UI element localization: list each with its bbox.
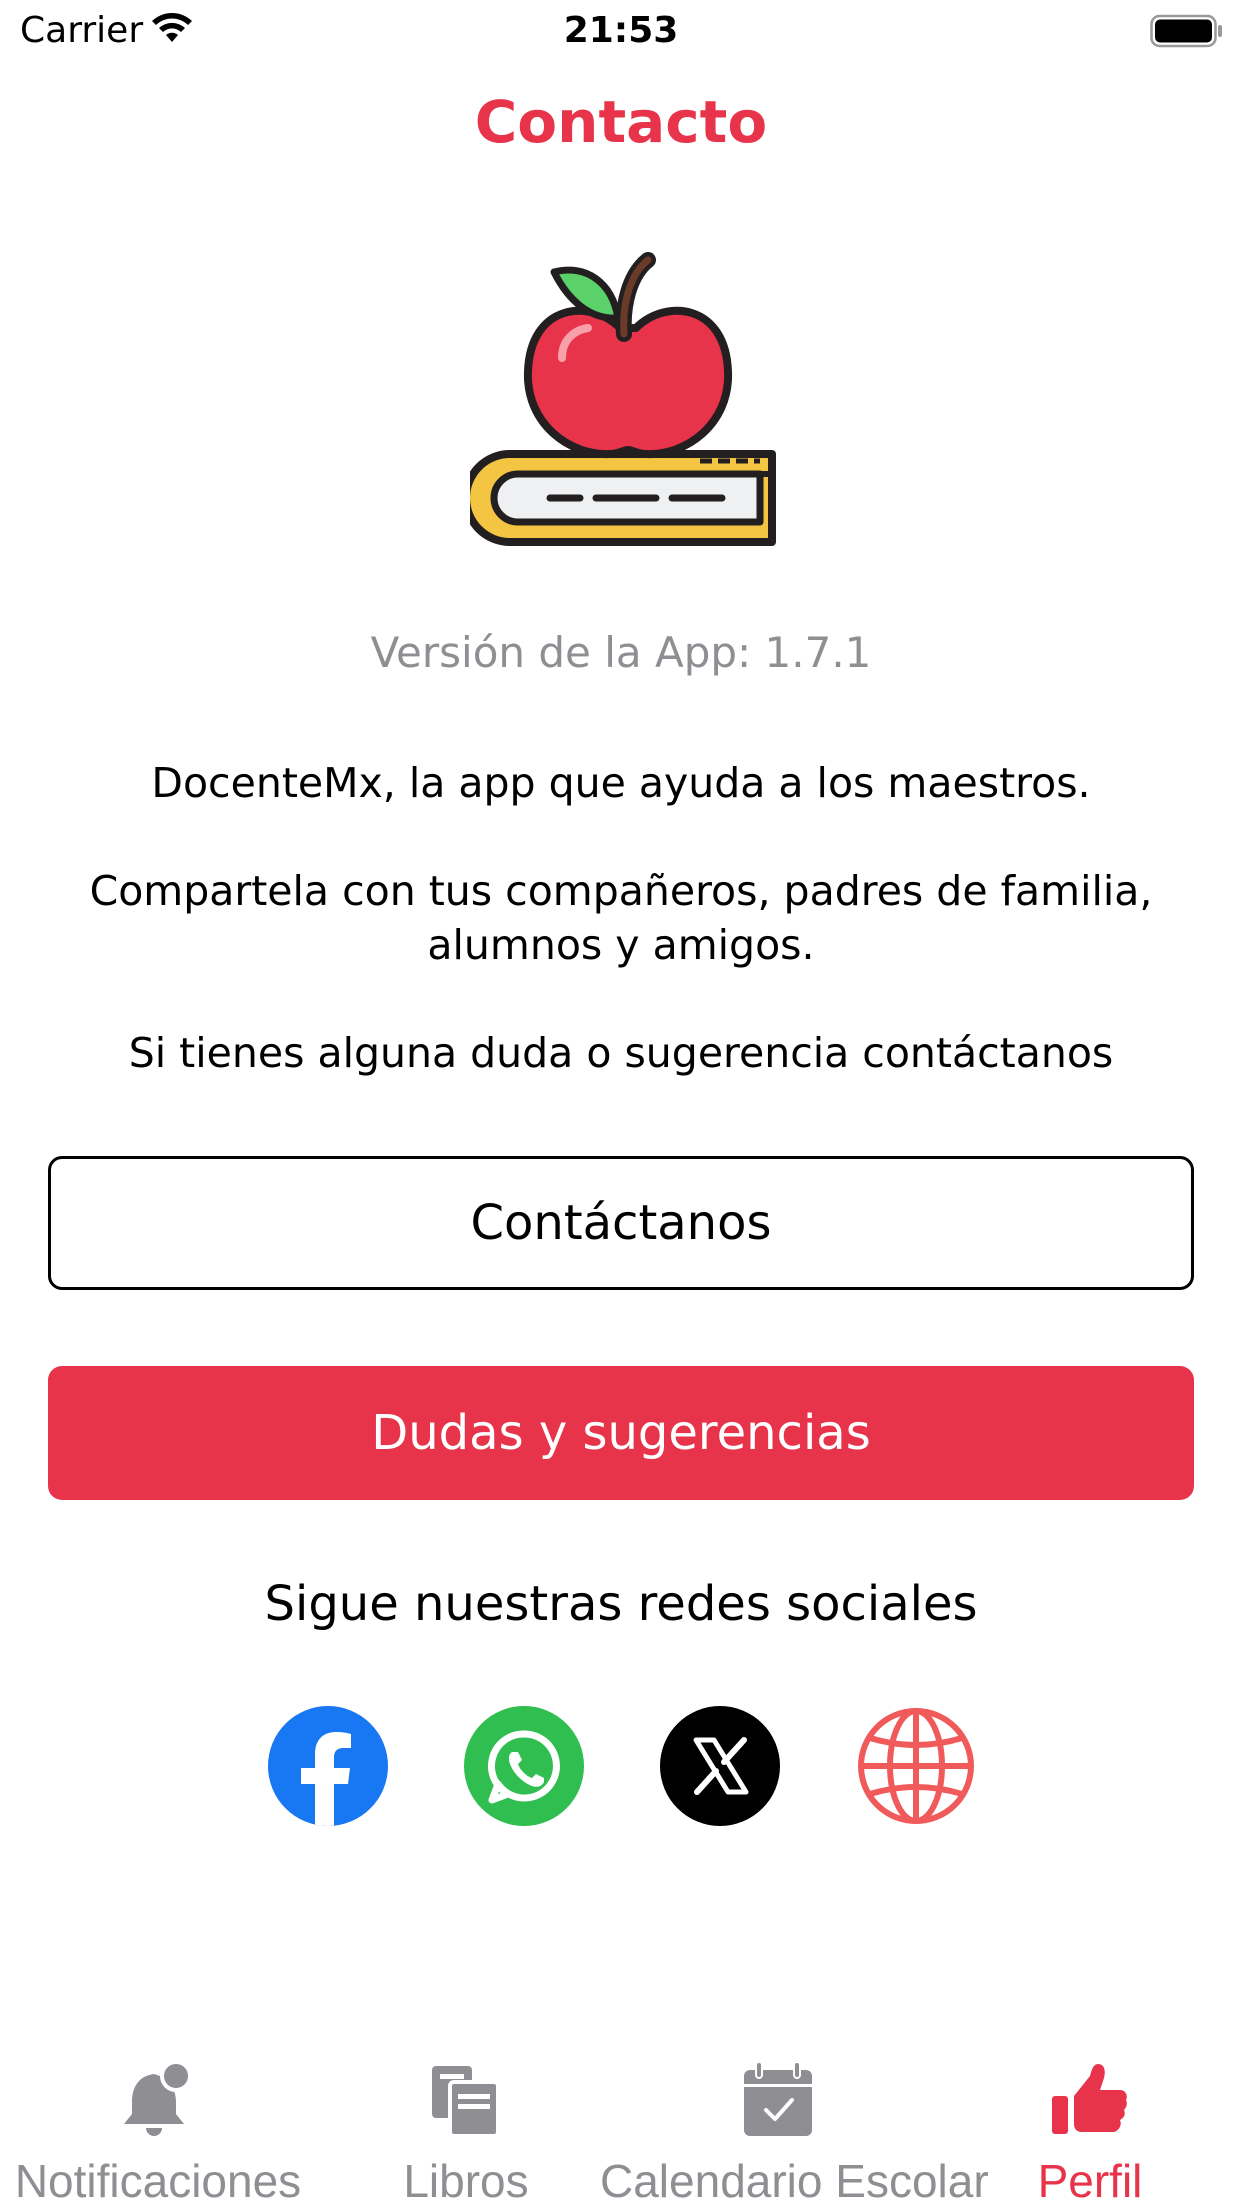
tab-label: Perfil bbox=[1037, 2155, 1143, 2207]
description-share: Compartela con tus compañeros, padres de… bbox=[89, 867, 1153, 969]
description-contact: Si tienes alguna duda o sugerencia contá… bbox=[128, 1029, 1114, 1077]
status-bar: Carrier 21:53 bbox=[0, 0, 1242, 62]
whatsapp-icon[interactable] bbox=[464, 1706, 584, 1826]
tab-calendario-escolar[interactable]: Calendario Escolar bbox=[600, 2060, 989, 2208]
contact-button[interactable]: Contáctanos bbox=[48, 1156, 1194, 1290]
tab-label: Libros bbox=[403, 2155, 529, 2207]
thumbs-up-icon bbox=[1050, 2060, 1130, 2145]
feedback-button[interactable]: Dudas y sugerencias bbox=[48, 1366, 1194, 1500]
tab-notificaciones[interactable]: Notificaciones bbox=[0, 2060, 316, 2208]
app-version: Versión de la App: 1.7.1 bbox=[370, 628, 872, 677]
bell-icon bbox=[120, 2060, 196, 2145]
description-intro: DocenteMx, la app que ayuda a los maestr… bbox=[151, 759, 1091, 807]
tab-perfil[interactable]: Perfil bbox=[980, 2060, 1200, 2208]
tab-label: Calendario Escolar bbox=[600, 2155, 989, 2207]
battery-icon bbox=[1150, 14, 1224, 53]
calendar-icon bbox=[740, 2060, 816, 2145]
page-title: Contacto bbox=[474, 88, 768, 156]
tab-libros[interactable]: Libros bbox=[316, 2060, 616, 2208]
social-title: Sigue nuestras redes sociales bbox=[264, 1576, 978, 1632]
app-logo-icon bbox=[462, 248, 776, 558]
facebook-icon[interactable] bbox=[268, 1706, 388, 1826]
x-icon[interactable] bbox=[660, 1706, 780, 1826]
books-icon bbox=[428, 2060, 504, 2145]
tab-label: Notificaciones bbox=[14, 2155, 302, 2207]
status-time: 21:53 bbox=[563, 10, 679, 51]
globe-icon[interactable] bbox=[856, 1706, 976, 1826]
